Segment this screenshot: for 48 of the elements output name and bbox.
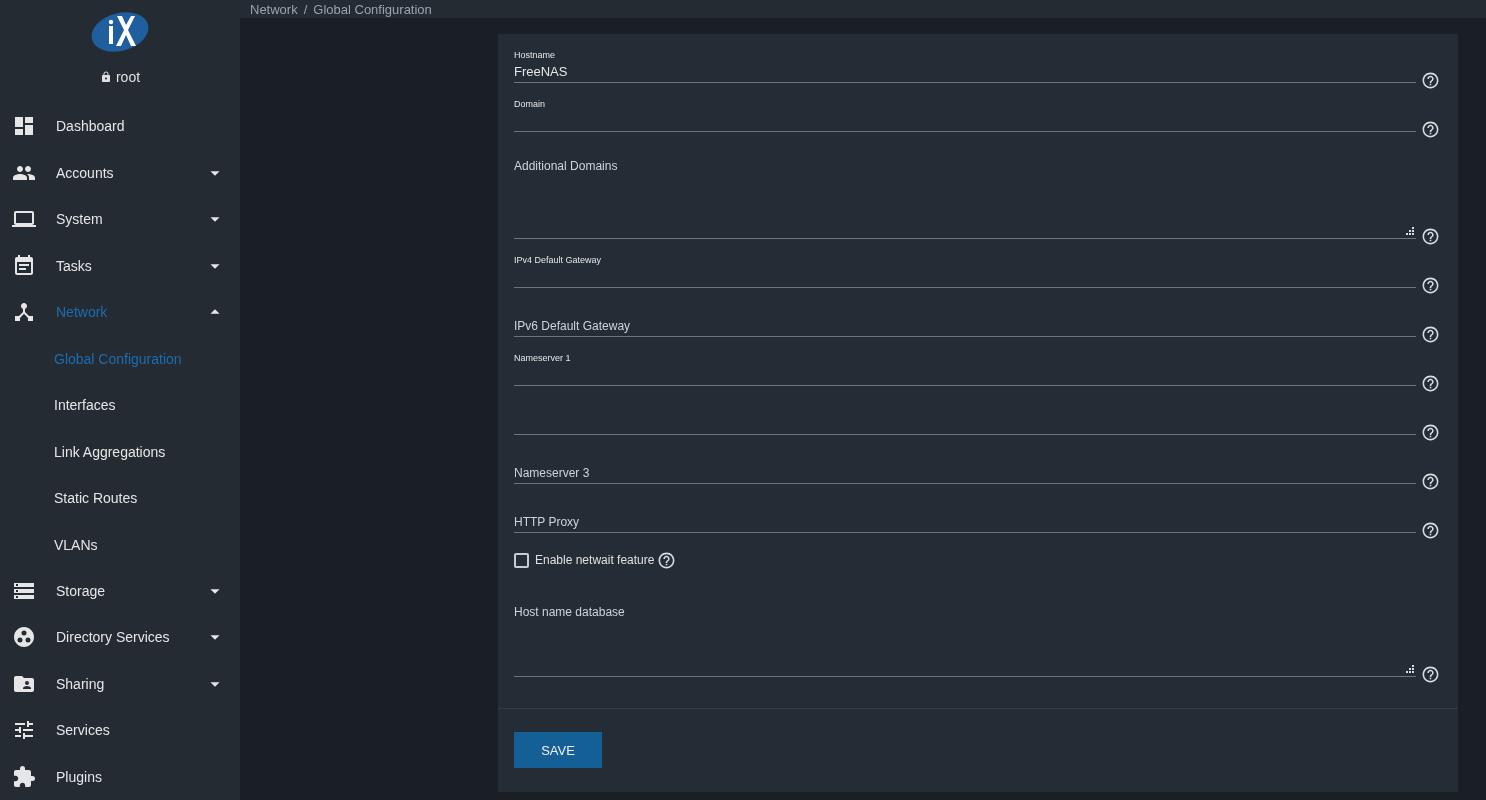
checkbox-label: Enable netwait feature [535,553,655,567]
resize-grip-icon[interactable] [1406,665,1414,673]
help-icon[interactable] [1421,665,1440,684]
breadcrumb-separator: / [303,2,308,18]
nav-subitem[interactable]: Interfaces [0,381,240,429]
nav-subitem[interactable]: Static Routes [0,474,240,522]
nav-icon [12,764,36,789]
user-name: root [115,68,141,85]
help-icon[interactable] [657,550,677,570]
breadcrumb-current: Global Configuration [313,2,432,18]
input-field[interactable]: Nameserver 3 [514,465,1416,484]
nav-item[interactable]: System [0,196,240,243]
field-label: IPv4 Default Gateway [514,255,603,265]
nav-icon [12,625,36,650]
field-label: Domain [514,99,546,109]
nav-item[interactable]: Tasks [0,242,240,290]
nav-item[interactable]: Dashboard [0,103,240,150]
checkbox[interactable] [514,552,529,568]
nav-item[interactable]: Plugins [0,753,240,800]
input-field[interactable]: HTTP Proxy [514,514,1416,533]
lock-icon [99,70,112,83]
breadcrumb-link[interactable]: Network [250,2,298,18]
help-icon[interactable] [1421,472,1440,491]
nav-item[interactable]: Directory Services [0,614,240,661]
nav-item[interactable]: Sharing [0,660,240,708]
input-field[interactable]: FreeNAS [514,64,1416,83]
field-label: Nameserver 1 [514,353,572,363]
help-icon[interactable] [1421,120,1440,139]
resize-grip-icon[interactable] [1406,227,1414,235]
logo-icon [90,10,150,54]
save-button[interactable]: SAVE [514,732,602,768]
nav-subitem[interactable]: VLANs [0,521,240,568]
help-icon[interactable] [1421,374,1440,393]
nav-item[interactable]: Storage [0,567,240,615]
nav-icon [12,253,36,278]
nav-subitem[interactable]: Link Aggregations [0,428,240,475]
nav-item[interactable]: Accounts [0,149,240,197]
help-icon[interactable] [1421,71,1440,90]
field-label: Hostname [514,50,557,60]
help-icon[interactable] [1421,227,1440,246]
help-icon[interactable] [1421,325,1440,344]
help-icon[interactable] [1421,521,1440,540]
input-field[interactable]: IPv6 Default Gateway [514,318,1416,337]
help-icon[interactable] [1421,423,1440,442]
help-icon[interactable] [1421,276,1440,295]
nav-item[interactable]: Services [0,707,240,754]
textarea-field[interactable]: Additional Domains [514,159,1416,239]
textarea-field[interactable]: Host name database [514,605,1416,677]
